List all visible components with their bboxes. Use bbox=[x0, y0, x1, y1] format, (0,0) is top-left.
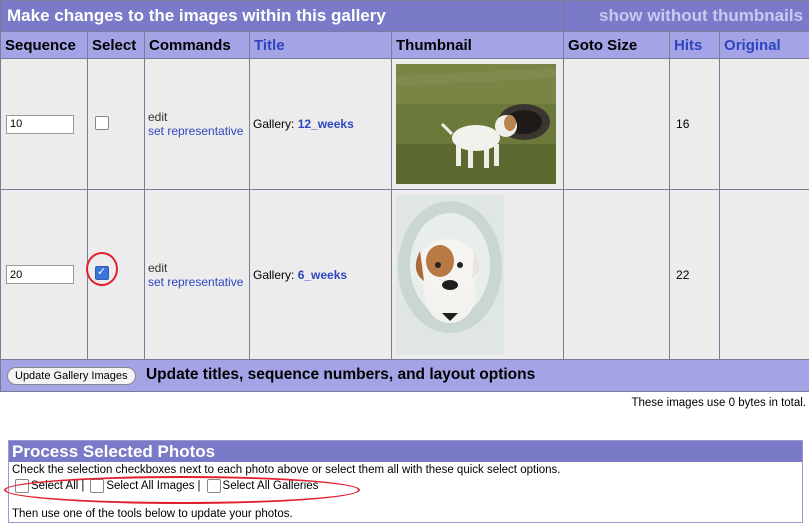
table-row: edit set representative Gallery: 12_week… bbox=[0, 58, 809, 190]
set-representative-link[interactable]: set representative bbox=[148, 124, 248, 138]
col-thumbnail: Thumbnail bbox=[390, 31, 565, 59]
select-cell bbox=[87, 58, 145, 190]
col-select: Select bbox=[87, 31, 145, 59]
update-gallery-images-button[interactable]: Update Gallery Images bbox=[7, 367, 136, 385]
select-checkbox[interactable] bbox=[95, 115, 109, 130]
process-panel-title: Process Selected Photos bbox=[9, 441, 802, 462]
usage-text: These images use 0 bytes in total. bbox=[631, 397, 806, 409]
table-row: edit set representative Gallery: 6_weeks bbox=[0, 189, 809, 360]
goto-size-cell bbox=[563, 58, 671, 190]
title-prefix: Gallery: bbox=[253, 117, 295, 131]
sequence-input[interactable] bbox=[6, 265, 74, 284]
title-cell: Gallery: 6_weeks bbox=[249, 189, 392, 360]
original-cell bbox=[719, 58, 809, 190]
page-title: Make changes to the images within this g… bbox=[7, 6, 386, 25]
gallery-images-table: Make changes to the images within this g… bbox=[0, 0, 809, 392]
highlight-circle-checkbox bbox=[86, 252, 118, 286]
thumbnail-cell bbox=[390, 58, 565, 190]
gallery-link[interactable]: 12_weeks bbox=[298, 117, 354, 131]
col-original-sort-link[interactable]: Original bbox=[719, 31, 809, 59]
col-sequence: Sequence bbox=[0, 31, 88, 59]
goto-size-cell bbox=[563, 189, 671, 360]
title-cell: Gallery: 12_weeks bbox=[249, 58, 392, 190]
highlight-ellipse-quick-select bbox=[4, 476, 360, 504]
gallery-link[interactable]: 6_weeks bbox=[298, 268, 347, 282]
thumbnail-cell bbox=[390, 189, 565, 360]
update-description: Update titles, sequence numbers, and lay… bbox=[145, 366, 536, 383]
col-goto-size: Goto Size bbox=[563, 31, 671, 59]
sequence-cell bbox=[0, 58, 88, 190]
sequence-cell bbox=[0, 189, 88, 360]
title-prefix: Gallery: bbox=[253, 267, 295, 282]
table-header-bar: Make changes to the images within this g… bbox=[0, 0, 565, 32]
commands-cell: edit set representative bbox=[144, 58, 250, 190]
edit-link[interactable]: edit bbox=[148, 261, 248, 275]
set-representative-link[interactable]: set representative bbox=[148, 275, 248, 289]
original-cell bbox=[719, 189, 809, 360]
hits-cell: 22 bbox=[669, 189, 721, 360]
puppy-grass-thumbnail[interactable] bbox=[396, 64, 556, 184]
table-footer-bar: Update Gallery Images Update titles, seq… bbox=[0, 359, 809, 392]
hits-cell: 16 bbox=[669, 58, 721, 190]
puppy-blanket-thumbnail[interactable] bbox=[396, 194, 504, 355]
process-instructions: Check the selection checkboxes next to e… bbox=[12, 464, 561, 476]
show-without-thumbnails-link[interactable]: show without thumbnails bbox=[563, 0, 809, 32]
col-commands: Commands bbox=[144, 31, 250, 59]
process-tail-text: Then use one of the tools below to updat… bbox=[12, 508, 293, 520]
commands-cell: edit set representative bbox=[144, 189, 250, 360]
col-title-sort-link[interactable]: Title bbox=[249, 31, 392, 59]
col-hits-sort-link[interactable]: Hits bbox=[669, 31, 721, 59]
sequence-input[interactable] bbox=[6, 114, 74, 134]
edit-link[interactable]: edit bbox=[148, 110, 248, 124]
